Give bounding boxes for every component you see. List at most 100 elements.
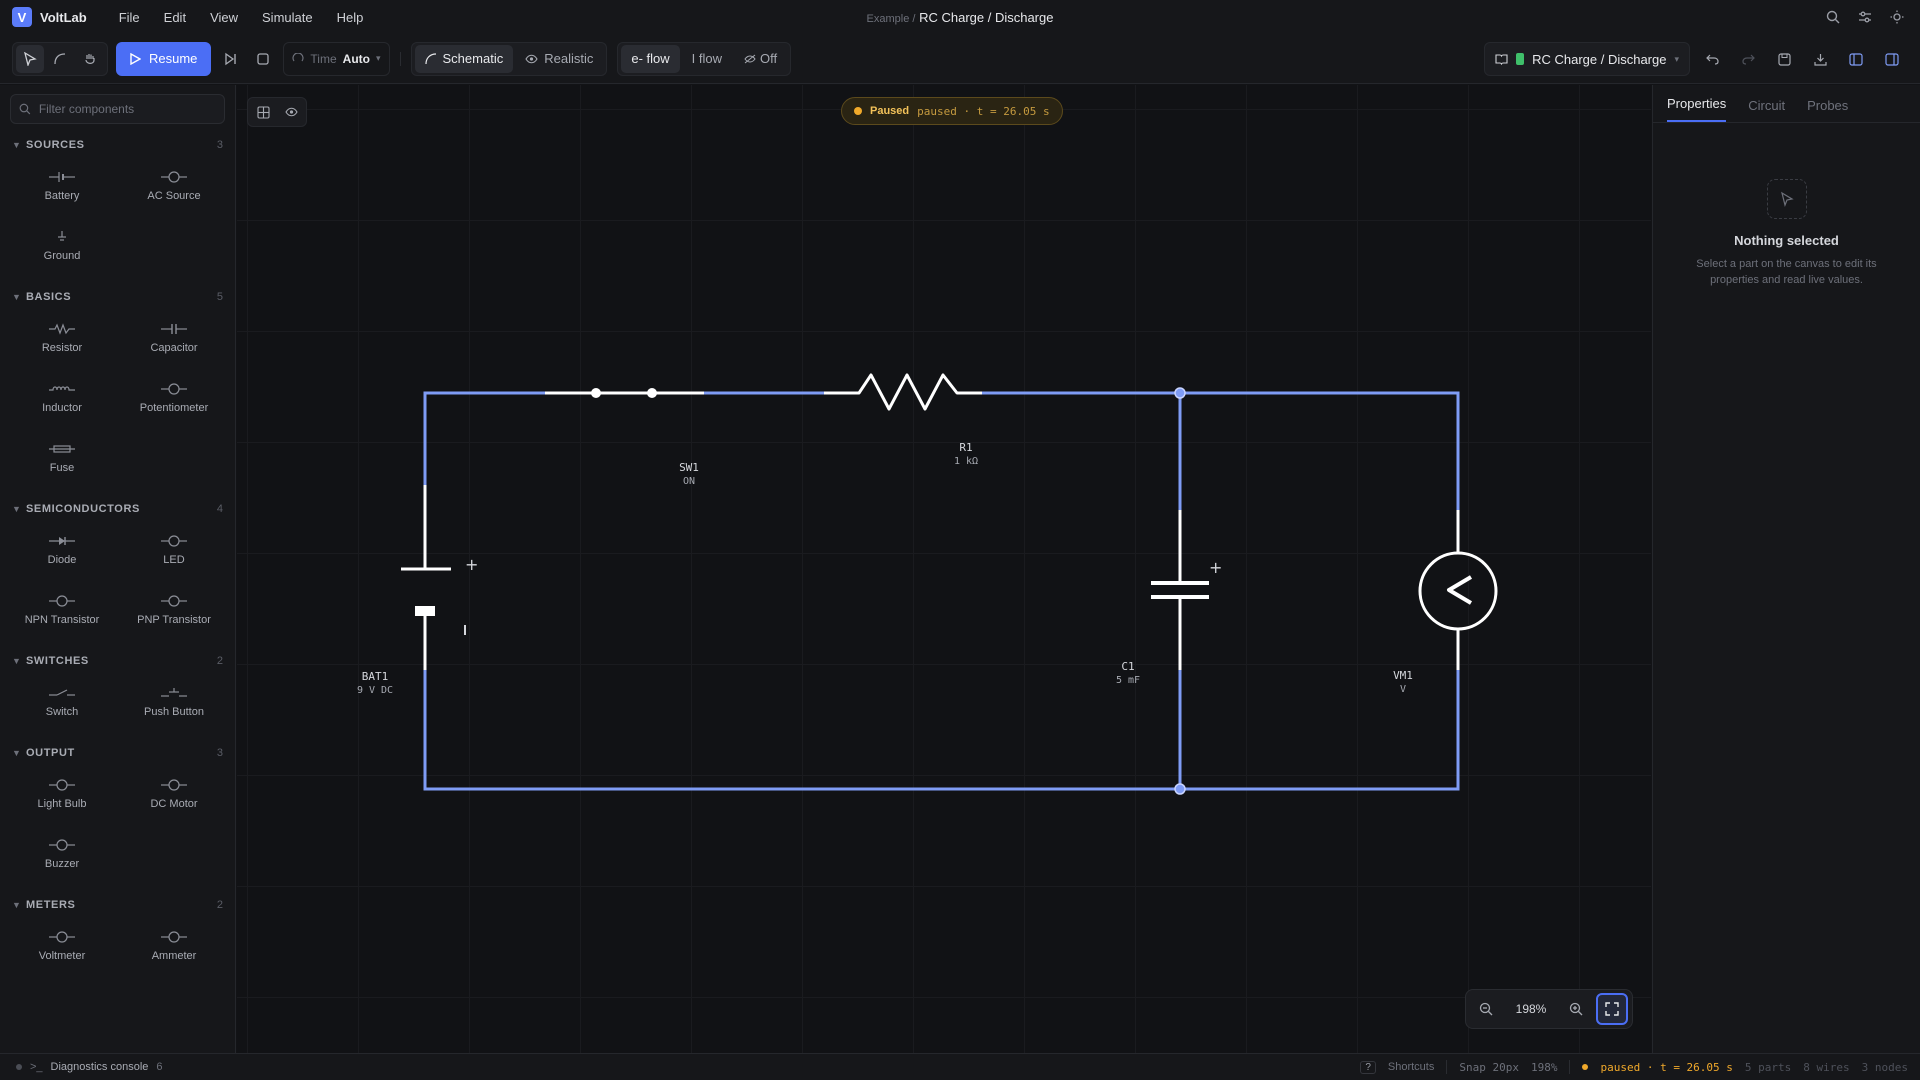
component-voltmeter[interactable]: Voltmeter [6, 916, 118, 976]
component-ammeter[interactable]: Ammeter [118, 916, 230, 976]
time-mode-select[interactable]: Time Auto ▾ [283, 41, 390, 76]
flow-mode-current[interactable]: I flow [682, 45, 732, 73]
section-count: 2 [216, 899, 223, 911]
project-name: RC Charge / Discharge [1532, 51, 1667, 67]
select-tool-icon[interactable] [16, 44, 44, 73]
component-npn-transistor[interactable]: NPN Transistor [6, 580, 118, 640]
save-icon[interactable] [1770, 45, 1798, 73]
flow-mode-electron[interactable]: e- flow [621, 44, 680, 73]
component-label: Switch [45, 706, 79, 718]
r1-value: 1 kΩ [954, 456, 978, 467]
filter-input[interactable] [38, 102, 216, 116]
shortcuts-link[interactable]: Shortcuts [1388, 1061, 1434, 1073]
menu-file[interactable]: File [107, 10, 152, 25]
eye-off-icon [744, 54, 756, 63]
undo-icon[interactable] [1698, 45, 1726, 73]
shortcuts-key: ? [1360, 1060, 1376, 1074]
battery-bat1[interactable]: + BAT1 9 V DC [357, 485, 478, 696]
status-bar: >_ Diagnostics console 6 ? Shortcuts Sna… [0, 1053, 1920, 1080]
stop-icon[interactable] [249, 45, 277, 73]
chevron-down-icon: ▾ [1674, 53, 1679, 64]
snap-setting[interactable]: Snap 20px [1459, 1061, 1519, 1074]
fit-to-screen-icon[interactable] [1596, 993, 1628, 1025]
view-mode-schematic[interactable]: Schematic [414, 44, 514, 73]
component-label: LED [163, 554, 185, 566]
zoom-in-icon[interactable] [1560, 993, 1592, 1025]
component-push-button[interactable]: Push Button [118, 672, 230, 732]
component-buzzer[interactable]: Buzzer [6, 824, 118, 884]
component-resistor[interactable]: Resistor [6, 308, 118, 368]
component-capacitor[interactable]: Capacitor [118, 308, 230, 368]
c1-value: 5 mF [1116, 675, 1140, 686]
circuit-canvas[interactable]: Paused paused · t = 26.05 s SW1 ON R1 1 … [237, 85, 1651, 1053]
voltmeter-icon [47, 930, 77, 944]
section-header-sources[interactable]: ▼ SOURCES 3 [0, 134, 235, 156]
menu-simulate[interactable]: Simulate [250, 10, 325, 25]
component-ac-source[interactable]: AC Source [118, 156, 230, 216]
capacitor-c1[interactable]: + C1 5 mF [1116, 510, 1222, 686]
view-mode-realistic[interactable]: Realistic [515, 45, 603, 73]
component-light-bulb[interactable]: Light Bulb [6, 764, 118, 824]
pan-hand-icon[interactable] [76, 45, 104, 73]
menu-help[interactable]: Help [325, 10, 376, 25]
window-actions [1824, 8, 1906, 26]
component-ground[interactable]: Ground [6, 216, 118, 276]
component-switch[interactable]: Switch [6, 672, 118, 732]
toggle-right-panel-icon[interactable] [1878, 45, 1906, 73]
settings-sliders-icon[interactable] [1856, 8, 1874, 26]
component-inductor[interactable]: Inductor [6, 368, 118, 428]
toolbar: Resume Time Auto ▾ Schematic Realistic e… [0, 34, 1920, 84]
menu-view[interactable]: View [198, 10, 250, 25]
project-select[interactable]: RC Charge / Discharge ▾ [1484, 42, 1690, 76]
sw1-name: SW1 [679, 461, 699, 474]
wire-tool-icon[interactable] [46, 45, 74, 73]
step-forward-icon[interactable] [217, 45, 245, 73]
resistor-r1[interactable]: R1 1 kΩ [824, 373, 982, 467]
fuse-icon [47, 442, 77, 456]
component-label: PNP Transistor [137, 614, 211, 626]
bat1-value: 9 V DC [357, 685, 393, 696]
section-header-semiconductors[interactable]: ▼ SEMICONDUCTORS 4 [0, 498, 235, 520]
view-mode-group: Schematic Realistic [410, 41, 608, 76]
component-grid: Battery AC Source Ground [0, 156, 235, 276]
resume-button[interactable]: Resume [116, 41, 212, 76]
component-grid: Diode LED NPN Transistor PNP Transistor [0, 520, 235, 640]
tab-circuit[interactable]: Circuit [1748, 98, 1785, 122]
component-potentiometer[interactable]: Potentiometer [118, 368, 230, 428]
theme-sun-icon[interactable] [1888, 8, 1906, 26]
search-icon[interactable] [1824, 8, 1842, 26]
section-header-basics[interactable]: ▼ BASICS 5 [0, 286, 235, 308]
tab-probes[interactable]: Probes [1807, 98, 1848, 122]
status-left[interactable]: >_ Diagnostics console 6 [0, 1061, 163, 1073]
section-header-meters[interactable]: ▼ METERS 2 [0, 894, 235, 916]
component-fuse[interactable]: Fuse [6, 428, 118, 488]
breadcrumb: Example / [866, 13, 916, 25]
section-header-output[interactable]: ▼ OUTPUT 3 [0, 742, 235, 764]
component-battery[interactable]: Battery [6, 156, 118, 216]
ammeter-icon [159, 930, 189, 944]
section-count: 3 [216, 747, 223, 759]
flow-mode-off[interactable]: Off [734, 45, 787, 73]
section-header-switches[interactable]: ▼ SWITCHES 2 [0, 650, 235, 672]
cursor-pointer-icon [1766, 179, 1807, 219]
download-icon[interactable] [1806, 45, 1834, 73]
menu-edit[interactable]: Edit [152, 10, 198, 25]
component-pnp-transistor[interactable]: PNP Transistor [118, 580, 230, 640]
toggle-left-panel-icon[interactable] [1842, 45, 1870, 73]
component-diode[interactable]: Diode [6, 520, 118, 580]
component-led[interactable]: LED [118, 520, 230, 580]
tab-properties[interactable]: Properties [1667, 96, 1727, 122]
redo-icon[interactable] [1734, 45, 1762, 73]
voltmeter-vm1[interactable]: VM1 V [1393, 510, 1498, 695]
component-dc-motor[interactable]: DC Motor [118, 764, 230, 824]
section-title: SWITCHES [26, 655, 89, 667]
zoom-out-icon[interactable] [1470, 993, 1502, 1025]
console-label[interactable]: Diagnostics console [51, 1061, 149, 1073]
ac-source-icon [159, 170, 189, 184]
time-value: Auto [342, 51, 370, 66]
junction-node[interactable] [1174, 387, 1186, 399]
chevron-down-icon: ▾ [375, 53, 381, 63]
junction-node[interactable] [1174, 783, 1186, 795]
empty-description: Select a part on the canvas to edit its … [1696, 258, 1877, 286]
switch-sw1[interactable]: SW1 ON [545, 388, 704, 487]
